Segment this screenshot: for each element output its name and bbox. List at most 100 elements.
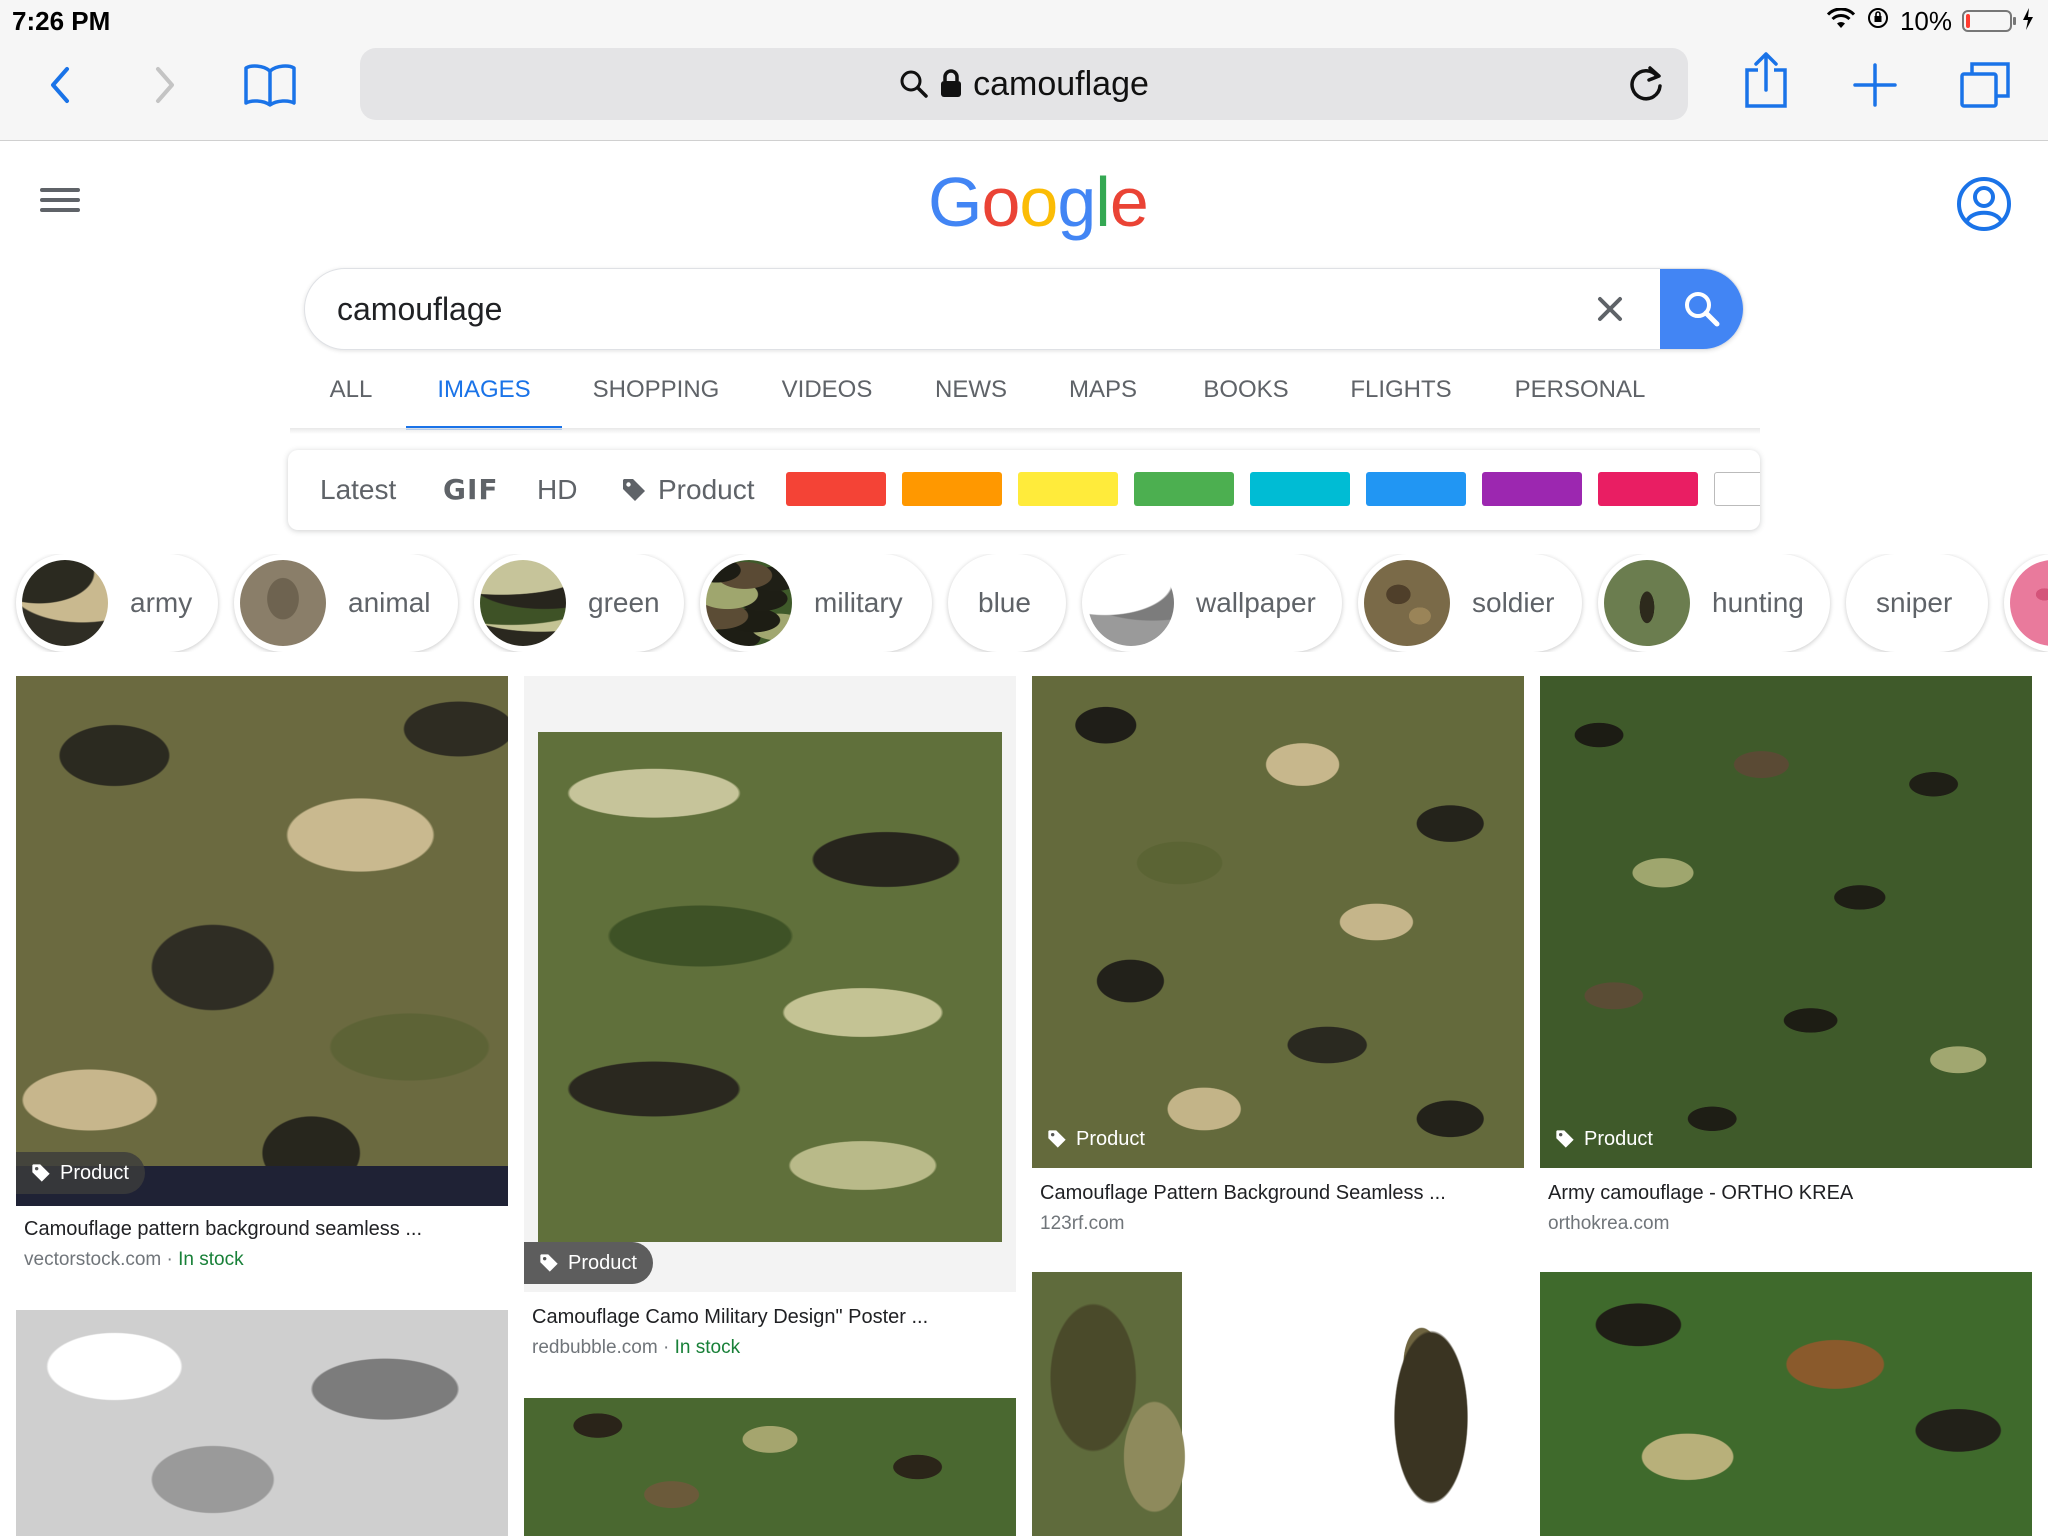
color-swatch-green[interactable] <box>1134 472 1234 506</box>
logo-letter: l <box>1095 163 1111 241</box>
chip-label: soldier <box>1472 587 1555 618</box>
tabs-button[interactable] <box>1955 55 2015 115</box>
tab-books[interactable]: BOOKS <box>1196 360 1296 430</box>
clear-search-button[interactable] <box>1588 287 1632 331</box>
search-tabs: ALL IMAGES SHOPPING VIDEOS NEWS MAPS BOO… <box>0 360 2048 430</box>
color-swatch-blue[interactable] <box>1366 472 1466 506</box>
plus-icon <box>1853 63 1897 107</box>
result-source[interactable]: 123rf.com <box>1040 1213 1124 1235</box>
chip-sniper[interactable]: sniper <box>1846 554 1988 652</box>
result-image[interactable]: Product <box>16 676 508 1206</box>
tab-shopping[interactable]: SHOPPING <box>584 360 728 430</box>
product-badge: Product <box>524 1242 653 1284</box>
search-box[interactable]: camouflage <box>304 268 1744 350</box>
address-bar[interactable]: camouflage <box>360 48 1688 120</box>
bookmarks-button[interactable] <box>240 55 300 115</box>
status-time: 7:26 PM <box>12 6 111 36</box>
logo-letter: G <box>928 163 982 241</box>
result-title[interactable]: Camouflage pattern background seamless .… <box>24 1218 422 1241</box>
tabs-icon <box>1960 62 2010 108</box>
color-swatch-pink[interactable] <box>1598 472 1698 506</box>
tab-personal[interactable]: PERSONAL <box>1508 360 1652 430</box>
result-title[interactable]: Camouflage Camo Military Design" Poster … <box>532 1306 928 1329</box>
new-tab-button[interactable] <box>1845 55 1905 115</box>
result-image[interactable]: Product <box>524 676 1016 1292</box>
chip-thumbnail <box>240 560 326 646</box>
chip-military[interactable]: military <box>700 554 932 652</box>
chip-thumbnail <box>706 560 792 646</box>
result-image[interactable]: Product <box>1032 676 1524 1168</box>
color-swatch-orange[interactable] <box>902 472 1002 506</box>
color-swatch-white[interactable] <box>1714 472 1760 506</box>
tab-maps[interactable]: MAPS <box>1062 360 1144 430</box>
battery-level <box>1966 14 1970 28</box>
chip-label: blue <box>978 587 1031 618</box>
chip-thumbnail <box>2010 560 2048 646</box>
charging-icon <box>2022 6 2034 37</box>
share-icon <box>1745 52 1787 108</box>
logo-letter: o <box>1019 163 1058 241</box>
chip-animal[interactable]: animal <box>234 554 458 652</box>
reload-icon <box>1630 66 1662 101</box>
ghillie-suit-photo <box>1032 1272 1338 1536</box>
chip-label: animal <box>348 587 431 618</box>
chip-army[interactable]: army <box>16 554 218 652</box>
menu-icon[interactable] <box>40 182 80 222</box>
tab-news[interactable]: NEWS <box>926 360 1016 430</box>
search-input[interactable]: camouflage <box>337 269 502 349</box>
result-image[interactable] <box>1032 1272 1524 1536</box>
color-swatch-purple[interactable] <box>1482 472 1582 506</box>
result-source[interactable]: orthokrea.com <box>1548 1213 1669 1235</box>
color-swatch-teal[interactable] <box>1250 472 1350 506</box>
back-button[interactable] <box>30 55 90 115</box>
stock-status: In stock <box>674 1337 741 1358</box>
reload-button[interactable] <box>1624 62 1668 106</box>
poster-artwork <box>538 732 1002 1242</box>
chip-soldier[interactable]: soldier <box>1358 554 1582 652</box>
filter-hd[interactable]: HD <box>537 450 577 530</box>
tab-videos[interactable]: VIDEOS <box>772 360 882 430</box>
chip-label: sniper <box>1876 587 1953 618</box>
filter-latest[interactable]: Latest <box>320 450 396 530</box>
result-source[interactable]: vectorstock.com · In stock <box>24 1249 244 1271</box>
product-badge-label: Product <box>1076 1127 1145 1150</box>
account-icon[interactable] <box>1956 176 2012 232</box>
tab-all[interactable]: ALL <box>318 360 384 430</box>
result-image[interactable] <box>1540 1272 2032 1536</box>
tag-icon <box>540 1254 558 1272</box>
chip-label: wallpaper <box>1196 587 1316 618</box>
search-icon <box>1685 292 1720 327</box>
result-image[interactable]: Product <box>1540 676 2032 1168</box>
chip-hunting[interactable]: hunting <box>1598 554 1830 652</box>
chip-blue[interactable]: blue <box>948 554 1066 652</box>
chip-more[interactable] <box>2004 554 2048 652</box>
result-source[interactable]: redbubble.com · In stock <box>532 1337 740 1359</box>
result-title[interactable]: Army camouflage - ORTHO KREA <box>1548 1182 1853 1205</box>
separator: · <box>662 1337 670 1358</box>
chip-label: hunting <box>1712 587 1804 618</box>
tag-icon <box>623 479 645 501</box>
search-button[interactable] <box>1660 269 1743 349</box>
filter-gif[interactable]: GIF <box>443 450 499 530</box>
product-badge: Product <box>1540 1118 1669 1160</box>
chip-thumbnail <box>1604 560 1690 646</box>
url-text: camouflage <box>973 64 1149 103</box>
tab-images[interactable]: IMAGES <box>406 360 562 430</box>
logo-letter: g <box>1057 163 1096 241</box>
chip-wallpaper[interactable]: wallpaper <box>1082 554 1342 652</box>
result-image[interactable] <box>16 1310 508 1536</box>
result-image[interactable] <box>524 1398 1016 1536</box>
result-domain: redbubble.com <box>532 1337 658 1358</box>
chip-green[interactable]: green <box>474 554 684 652</box>
logo-letter: e <box>1109 163 1149 241</box>
color-swatch-yellow[interactable] <box>1018 472 1118 506</box>
google-logo[interactable]: Google <box>928 162 1149 242</box>
share-button[interactable] <box>1736 50 1796 110</box>
chip-thumbnail <box>1364 560 1450 646</box>
result-title[interactable]: Camouflage Pattern Background Seamless .… <box>1040 1182 1446 1205</box>
tab-flights[interactable]: FLIGHTS <box>1346 360 1456 430</box>
filter-product[interactable]: Product <box>620 450 755 530</box>
color-swatch-red[interactable] <box>786 472 886 506</box>
orientation-lock-icon <box>1866 6 1890 37</box>
forward-button[interactable] <box>135 55 195 115</box>
